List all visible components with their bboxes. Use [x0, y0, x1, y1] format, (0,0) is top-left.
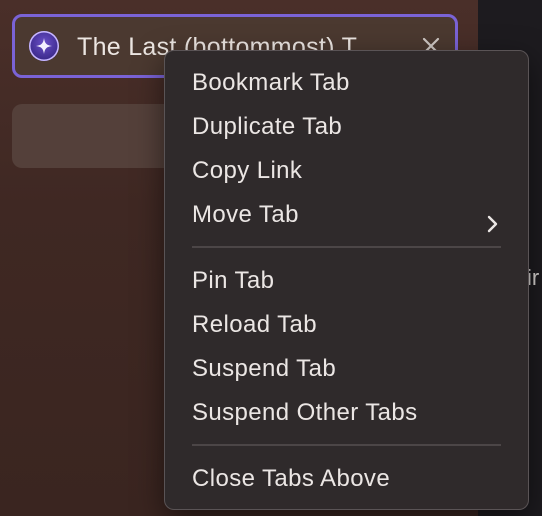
tab-context-menu: Bookmark Tab Duplicate Tab Copy Link Mov…	[164, 50, 529, 510]
menu-item-reload-tab[interactable]: Reload Tab	[165, 305, 528, 345]
menu-item-suspend-tab[interactable]: Suspend Tab	[165, 349, 528, 389]
menu-item-suspend-other-tabs[interactable]: Suspend Other Tabs	[165, 393, 528, 433]
menu-item-close-tabs-above[interactable]: Close Tabs Above	[165, 459, 528, 499]
chevron-right-icon	[486, 206, 500, 233]
menu-item-move-tab-label: Move Tab	[192, 201, 299, 228]
browser-window: ir The Last (bottommost) T Bookmark Tab …	[0, 0, 542, 516]
menu-item-copy-link[interactable]: Copy Link	[165, 151, 528, 191]
menu-item-duplicate-tab[interactable]: Duplicate Tab	[165, 107, 528, 147]
menu-item-bookmark-tab[interactable]: Bookmark Tab	[165, 63, 528, 103]
menu-item-move-tab[interactable]: Move Tab	[165, 195, 528, 235]
menu-separator	[192, 444, 501, 446]
sparkle-icon	[29, 31, 59, 61]
menu-item-pin-tab[interactable]: Pin Tab	[165, 261, 528, 301]
menu-separator	[192, 246, 501, 248]
